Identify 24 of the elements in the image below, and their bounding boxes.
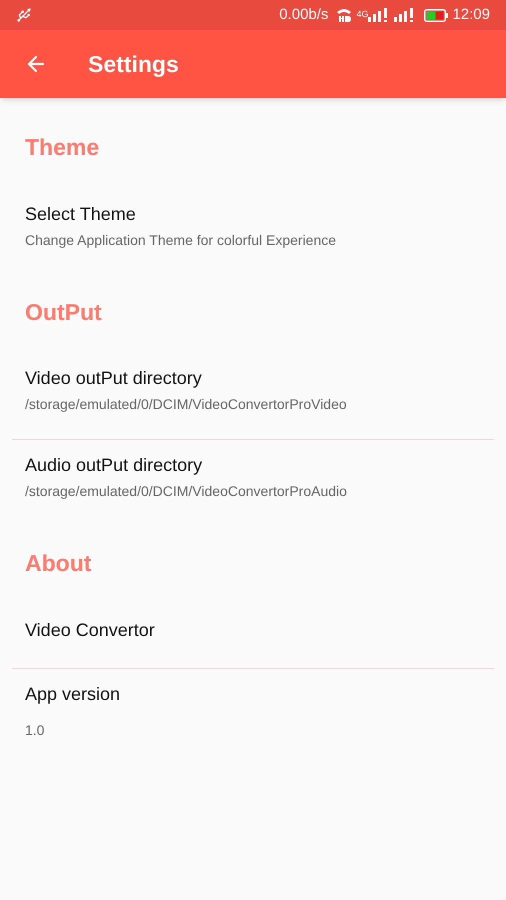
battery-icon [424, 8, 448, 22]
preference-summary: /storage/emulated/0/DCIM/VideoConvertorProAudio [25, 482, 348, 501]
network-type: 4G [356, 8, 368, 22]
preference-title: Video Convertor [25, 618, 156, 642]
preference-item[interactable]: Audio outPut directory /storage/emulated/0/DCIM/VideoConvertorProAudio [0, 440, 506, 514]
section-header: OutPut [25, 298, 102, 324]
preference-title: Select Theme [25, 202, 137, 226]
preference-item[interactable]: Video Convertor [0, 604, 506, 656]
preference-item[interactable]: Video outPut directory /storage/emulated/0/DCIM/VideoConvertorProVideo [0, 353, 506, 427]
preference-summary: 1.0 [25, 720, 46, 740]
section-header: About [25, 550, 92, 576]
preference-summary: /storage/emulated/0/DCIM/VideoConvertorProVideo [25, 395, 348, 414]
preference-item[interactable]: App version 1.0 [0, 668, 506, 752]
clock: 12:09 [452, 4, 490, 25]
usb-icon [16, 7, 32, 23]
preference-item[interactable]: Select Theme Change Application Theme for colorful Experience [0, 188, 506, 262]
app-bar-title: Settings [88, 50, 179, 79]
preference-summary: Change Application Theme for colorful Experience [25, 230, 338, 250]
network-speed: 0.00b/s [279, 4, 328, 25]
preference-title: Audio outPut directory [25, 454, 204, 477]
preference-title: Video outPut directory [25, 367, 203, 390]
preference-title: App version [25, 682, 122, 706]
section-header: Theme [25, 134, 100, 160]
hd-call-icon [336, 7, 352, 23]
